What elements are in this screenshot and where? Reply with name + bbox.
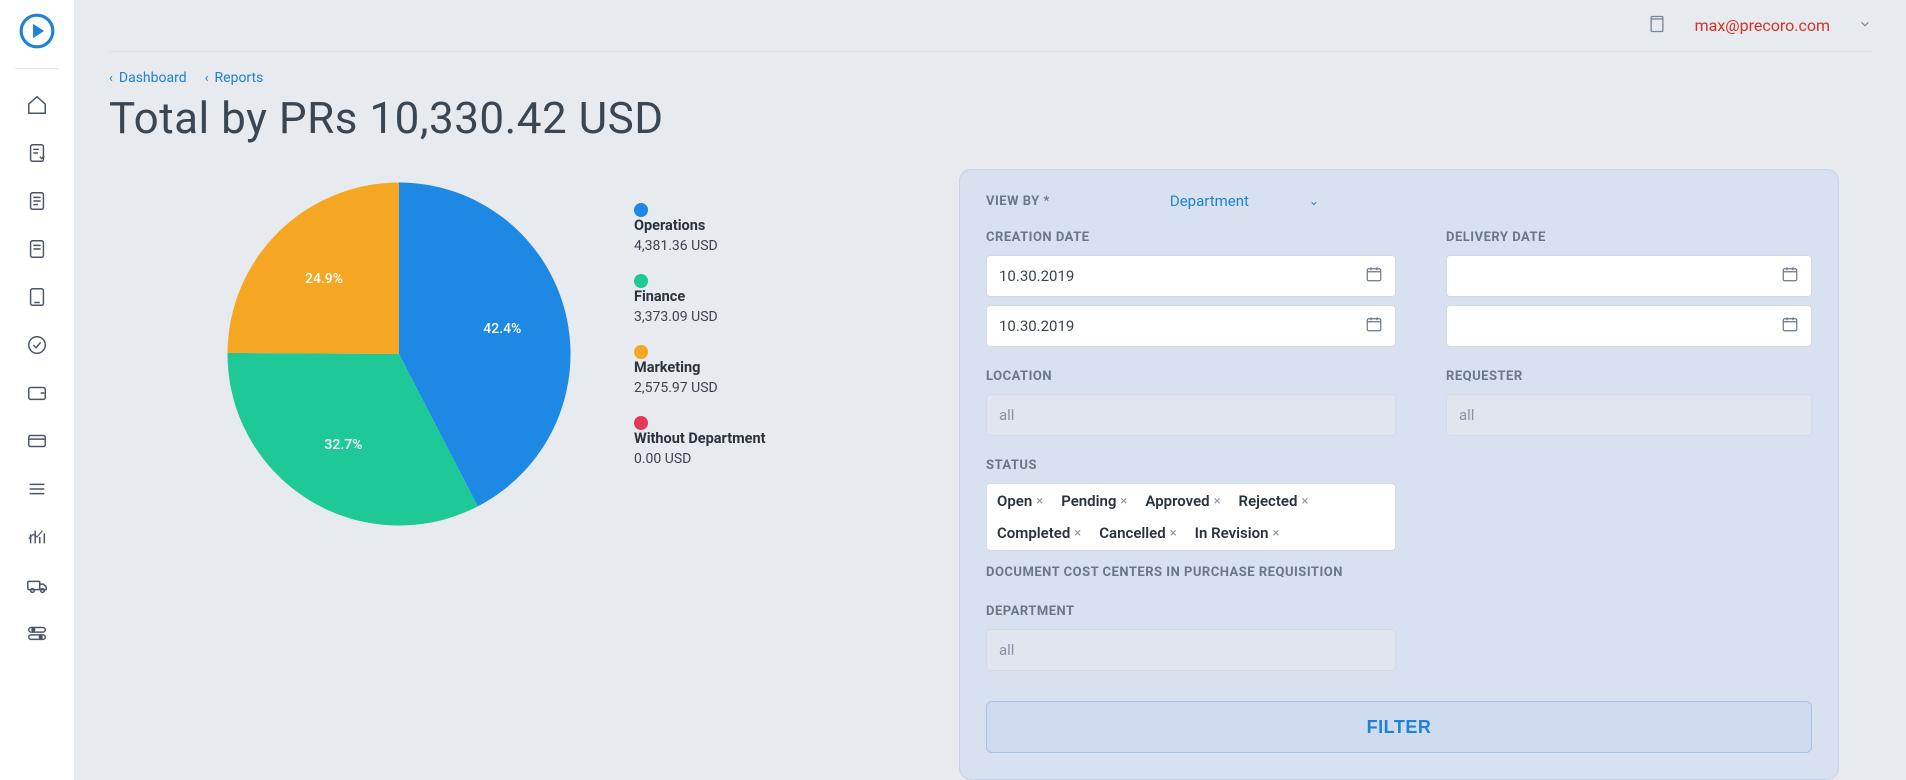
- pie-slice-label: 24.9%: [305, 271, 343, 287]
- delivery-date-to-input[interactable]: [1446, 305, 1812, 347]
- legend-dot: [634, 203, 648, 217]
- breadcrumbs: ‹ Dashboard ‹ Reports: [109, 70, 1872, 86]
- department-label: DEPARTMENT: [986, 604, 1396, 619]
- creation-date-to-value: 10.30.2019: [999, 317, 1074, 335]
- chip-remove-icon[interactable]: ×: [1120, 494, 1127, 509]
- view-by-label: VIEW BY *: [986, 194, 1050, 209]
- page-title: Total by PRs 10,330.42 USD: [109, 92, 1872, 144]
- chip-remove-icon[interactable]: ×: [1272, 526, 1279, 541]
- calendar-icon: [1781, 265, 1799, 287]
- nav-wallet[interactable]: [13, 373, 61, 413]
- location-input[interactable]: all: [986, 394, 1396, 436]
- requester-label: REQUESTER: [1446, 369, 1812, 384]
- nav-receipt[interactable]: [13, 277, 61, 317]
- nav-supplier[interactable]: [13, 565, 61, 605]
- legend-name: Operations: [634, 217, 766, 234]
- doc-cc-label: DOCUMENT COST CENTERS IN PURCHASE REQUIS…: [986, 565, 1396, 580]
- docs-icon[interactable]: [1647, 14, 1667, 38]
- creation-date-label: CREATION DATE: [986, 230, 1396, 245]
- calendar-icon: [1781, 315, 1799, 337]
- status-chip[interactable]: Rejected×: [1239, 492, 1309, 510]
- legend-value: 3,373.09 USD: [634, 309, 766, 325]
- chip-remove-icon[interactable]: ×: [1074, 526, 1081, 541]
- legend-item[interactable]: Marketing 2,575.97 USD: [634, 345, 766, 396]
- sidebar: [0, 0, 75, 780]
- chevron-down-icon: ⌄: [1309, 194, 1319, 208]
- nav-card[interactable]: [13, 421, 61, 461]
- view-by-value: Department: [1170, 192, 1249, 210]
- legend-value: 0.00 USD: [634, 451, 766, 467]
- creation-date-from-input[interactable]: 10.30.2019: [986, 255, 1396, 297]
- legend-name: Finance: [634, 288, 766, 305]
- pie-slice-label: 32.7%: [324, 437, 362, 453]
- breadcrumb-dashboard-label: Dashboard: [119, 70, 187, 86]
- calendar-icon: [1365, 315, 1383, 337]
- legend-dot: [634, 274, 648, 288]
- pie-slice-label: 42.4%: [483, 321, 521, 337]
- user-menu-chevron[interactable]: [1858, 16, 1872, 35]
- chip-remove-icon[interactable]: ×: [1214, 494, 1221, 509]
- topbar: max@precoro.com: [109, 0, 1872, 52]
- pie-slice[interactable]: [228, 183, 399, 355]
- delivery-date-label: DELIVERY DATE: [1446, 230, 1812, 245]
- requester-value: all: [1459, 406, 1474, 424]
- department-input[interactable]: all: [986, 629, 1396, 671]
- calendar-icon: [1365, 265, 1383, 287]
- filter-button[interactable]: FILTER: [986, 701, 1812, 753]
- nav-po[interactable]: [13, 181, 61, 221]
- status-chip[interactable]: Open×: [997, 492, 1043, 510]
- app-logo[interactable]: [18, 12, 56, 50]
- nav-reports[interactable]: [13, 517, 61, 557]
- legend-dot: [634, 345, 648, 359]
- status-label: STATUS: [986, 458, 1396, 473]
- chip-remove-icon[interactable]: ×: [1301, 494, 1308, 509]
- chip-remove-icon[interactable]: ×: [1170, 526, 1177, 541]
- legend-item[interactable]: Without Department 0.00 USD: [634, 416, 766, 467]
- legend-name: Marketing: [634, 359, 766, 376]
- chip-remove-icon[interactable]: ×: [1036, 494, 1043, 509]
- chart-legend: Operations 4,381.36 USD Finance 3,373.09…: [634, 179, 766, 467]
- nav-approval[interactable]: [13, 325, 61, 365]
- nav-home[interactable]: [13, 85, 61, 125]
- user-email[interactable]: max@precoro.com: [1695, 16, 1830, 35]
- status-chips[interactable]: Open× Pending× Approved× Rejected× Completed…: [986, 483, 1396, 551]
- status-chip[interactable]: Pending×: [1061, 492, 1127, 510]
- chart-zone: 42.4% 32.7% 24.9% Operations 4,381.36 USD …: [109, 169, 959, 529]
- legend-value: 2,575.97 USD: [634, 380, 766, 396]
- status-chip[interactable]: Cancelled×: [1099, 524, 1176, 542]
- main-content: max@precoro.com ‹ Dashboard ‹ Reports To…: [75, 0, 1906, 780]
- status-chip[interactable]: Completed×: [997, 524, 1081, 542]
- location-label: LOCATION: [986, 369, 1396, 384]
- pie-chart: 42.4% 32.7% 24.9%: [224, 179, 574, 529]
- breadcrumb-reports[interactable]: ‹ Reports: [205, 70, 264, 86]
- requester-input[interactable]: all: [1446, 394, 1812, 436]
- delivery-date-from-input[interactable]: [1446, 255, 1812, 297]
- location-value: all: [999, 406, 1014, 424]
- nav-invoice[interactable]: [13, 229, 61, 269]
- status-chip[interactable]: In Revision×: [1195, 524, 1280, 542]
- breadcrumb-reports-label: Reports: [215, 70, 264, 86]
- creation-date-from-value: 10.30.2019: [999, 267, 1074, 285]
- legend-item[interactable]: Operations 4,381.36 USD: [634, 203, 766, 254]
- nav-pr[interactable]: [13, 133, 61, 173]
- legend-name: Without Department: [634, 430, 766, 447]
- view-by-select[interactable]: Department ⌄: [1170, 192, 1319, 210]
- creation-date-to-input[interactable]: 10.30.2019: [986, 305, 1396, 347]
- filter-panel: VIEW BY * Department ⌄ CREATION DATE 10.…: [959, 169, 1839, 780]
- status-chip[interactable]: Approved×: [1145, 492, 1220, 510]
- legend-dot: [634, 416, 648, 430]
- legend-item[interactable]: Finance 3,373.09 USD: [634, 274, 766, 325]
- nav-settings[interactable]: [13, 613, 61, 653]
- legend-value: 4,381.36 USD: [634, 238, 766, 254]
- department-value: all: [999, 641, 1014, 659]
- nav-list[interactable]: [13, 469, 61, 509]
- breadcrumb-dashboard[interactable]: ‹ Dashboard: [109, 70, 187, 86]
